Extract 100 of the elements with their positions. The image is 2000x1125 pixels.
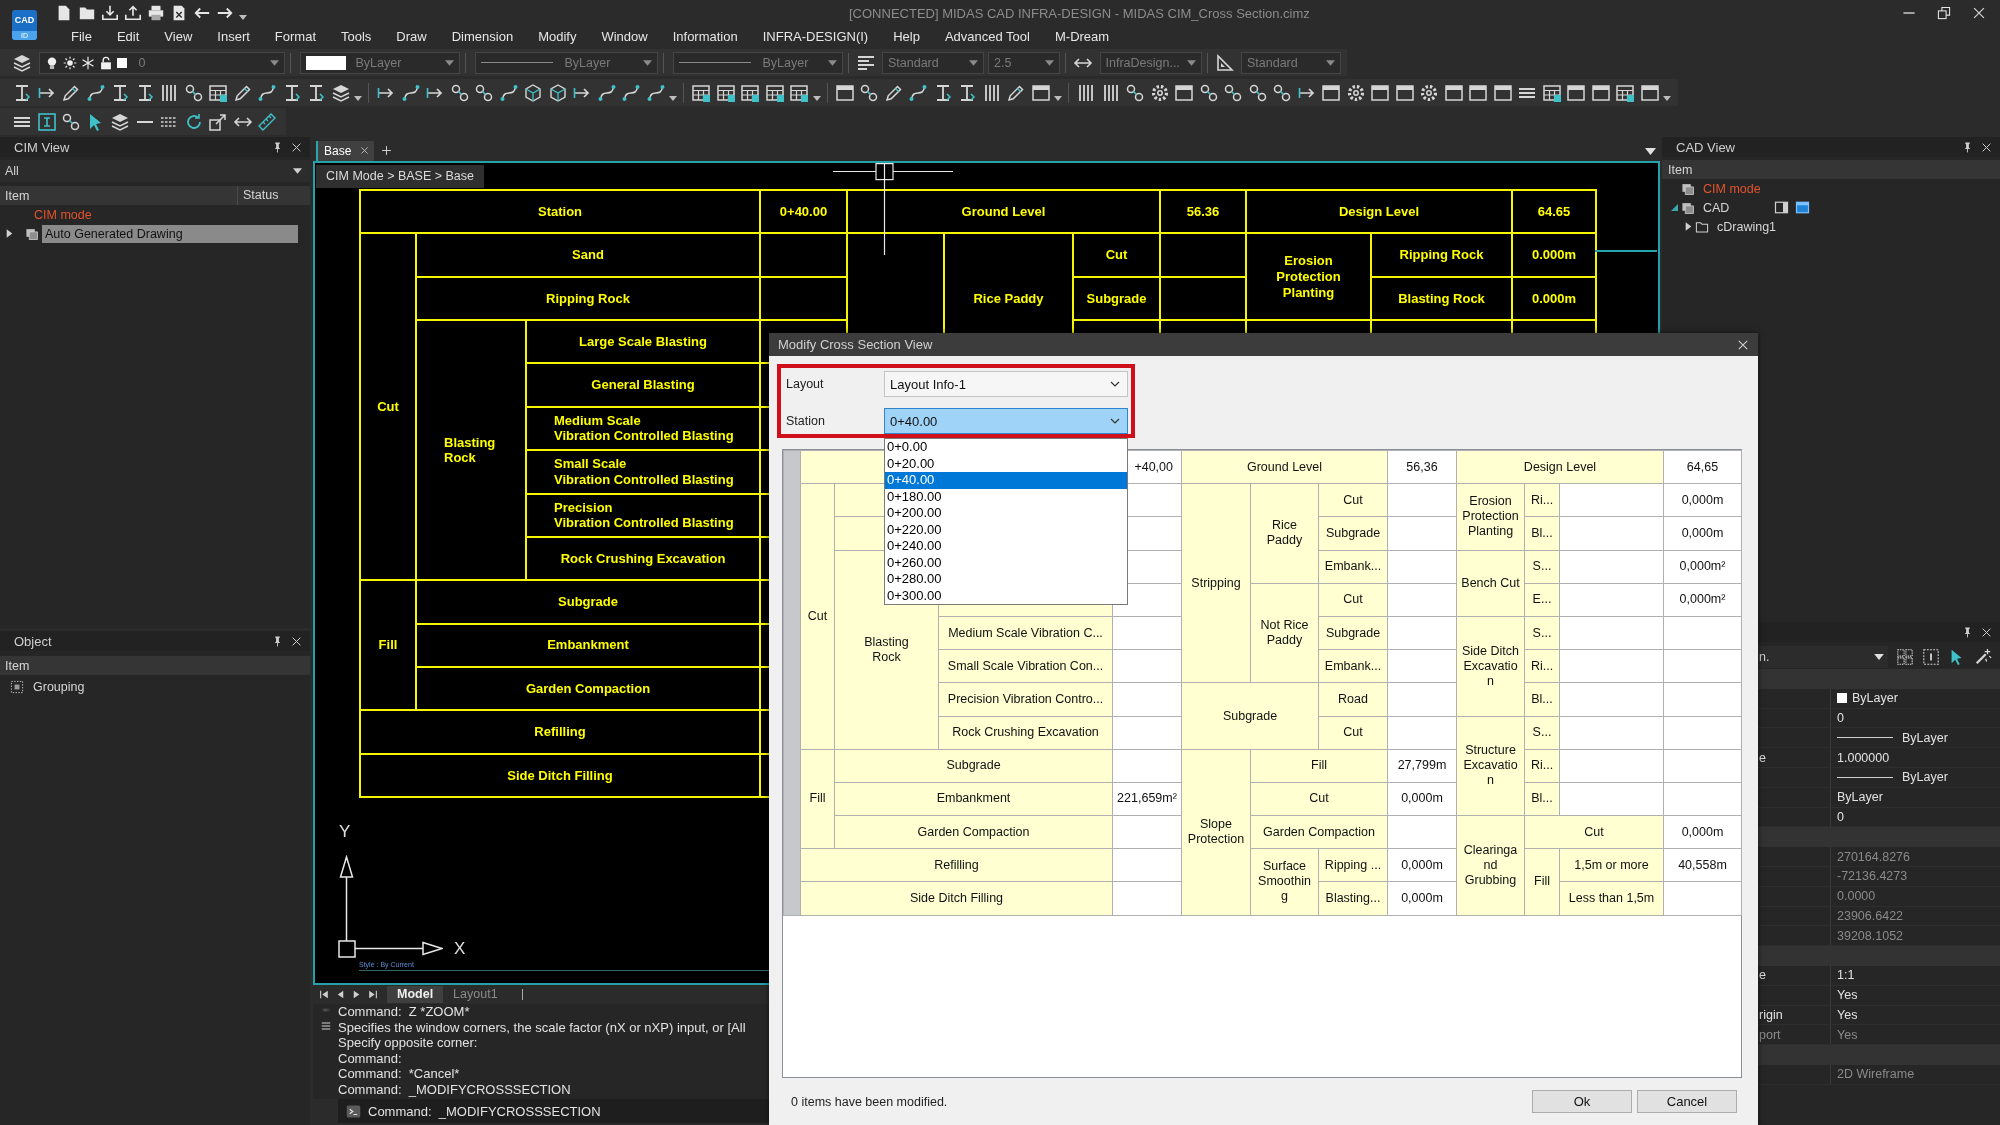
- caret-icon[interactable]: [1663, 96, 1671, 101]
- cube-icon[interactable]: [547, 82, 568, 103]
- node-icon[interactable]: [474, 82, 495, 103]
- close-icon[interactable]: [1737, 338, 1749, 351]
- menu-item[interactable]: Dimension: [451, 29, 514, 44]
- column-header[interactable]: Status: [237, 186, 310, 205]
- window-icon[interactable]: [1566, 82, 1587, 103]
- pencil-icon[interactable]: [232, 82, 253, 103]
- dropdown-option[interactable]: 0+220.00: [885, 521, 1127, 538]
- tree-item[interactable]: CAD: [1700, 198, 1733, 217]
- close-icon[interactable]: [1981, 626, 1992, 638]
- curve-icon[interactable]: [645, 82, 666, 103]
- node-icon[interactable]: [61, 111, 82, 132]
- window-icon[interactable]: [1795, 200, 1811, 215]
- printer-icon[interactable]: [147, 4, 165, 22]
- table-icon[interactable]: [740, 82, 761, 103]
- tree-item[interactable]: CIM mode: [1700, 179, 1764, 198]
- pencil-icon[interactable]: [1006, 82, 1027, 103]
- curve-icon[interactable]: [908, 82, 929, 103]
- filter-dropdown[interactable]: All: [0, 160, 310, 182]
- menu-item[interactable]: File: [71, 29, 92, 44]
- pencil-icon[interactable]: [883, 82, 904, 103]
- node-icon[interactable]: [1125, 82, 1146, 103]
- close-icon[interactable]: [291, 635, 302, 647]
- window-icon[interactable]: [1639, 82, 1660, 103]
- tree-item[interactable]: cDrawing1: [1714, 217, 1780, 236]
- column-header[interactable]: Item: [1668, 162, 1693, 177]
- menu-item[interactable]: Window: [601, 29, 648, 44]
- download-icon[interactable]: [101, 4, 119, 22]
- layout-tab[interactable]: Model: [387, 986, 444, 1003]
- menu-item[interactable]: M-Dream: [1054, 29, 1110, 44]
- caret-icon[interactable]: [1671, 203, 1678, 212]
- window-icon[interactable]: [1443, 82, 1464, 103]
- pencil-icon[interactable]: [61, 82, 82, 103]
- curve-icon[interactable]: [85, 82, 106, 103]
- pin-icon[interactable]: [272, 141, 283, 153]
- window-icon[interactable]: [1370, 82, 1391, 103]
- dropdown-option[interactable]: 0+40.00: [885, 472, 1127, 489]
- window-icon[interactable]: [834, 82, 855, 103]
- bar-triangle-right-icon[interactable]: [367, 989, 378, 1000]
- menu-item[interactable]: Modify: [538, 29, 577, 44]
- menu-item[interactable]: Edit: [116, 29, 140, 44]
- curve-icon[interactable]: [498, 82, 519, 103]
- window-icon[interactable]: [1030, 82, 1051, 103]
- tree-item[interactable]: Auto Generated Drawing: [42, 224, 298, 243]
- dashed-box-icon[interactable]: [1922, 648, 1940, 666]
- cancel-button[interactable]: Cancel: [1637, 1090, 1737, 1113]
- window-icon[interactable]: [1590, 82, 1611, 103]
- cube-icon[interactable]: [523, 82, 544, 103]
- layout-tab[interactable]: Layout1: [443, 986, 508, 1003]
- pin-icon[interactable]: [1962, 141, 1973, 153]
- menu-icon[interactable]: [319, 1020, 332, 1032]
- column-header[interactable]: Item: [5, 658, 30, 673]
- table-icon[interactable]: [1541, 82, 1562, 103]
- bar-triangle-left-icon[interactable]: [319, 989, 330, 1000]
- triangle-right-icon[interactable]: [351, 989, 362, 1000]
- curve-icon[interactable]: [596, 82, 617, 103]
- dropdown-field[interactable]: Layout Info-1: [884, 371, 1128, 397]
- tree-item[interactable]: Grouping: [30, 677, 88, 696]
- window-icon[interactable]: [1468, 82, 1489, 103]
- menu-item[interactable]: Draw: [396, 29, 427, 44]
- gear-icon[interactable]: [1149, 82, 1170, 103]
- node-icon[interactable]: [1272, 82, 1293, 103]
- close-icon[interactable]: [1972, 6, 1986, 20]
- node-icon[interactable]: [1223, 82, 1244, 103]
- node-icon[interactable]: [1198, 82, 1219, 103]
- close-icon[interactable]: [291, 141, 302, 153]
- menu-item[interactable]: Insert: [217, 29, 250, 44]
- window-icon[interactable]: [1174, 82, 1195, 103]
- caret-icon[interactable]: [1874, 654, 1884, 660]
- table-icon[interactable]: [1615, 82, 1636, 103]
- caret-icon[interactable]: [293, 168, 302, 174]
- gear-icon[interactable]: [1419, 82, 1440, 103]
- pin-icon[interactable]: [272, 635, 283, 647]
- tree-item[interactable]: CIM mode: [31, 205, 95, 224]
- triangle-left-icon[interactable]: [335, 989, 346, 1000]
- ok-button[interactable]: Ok: [1532, 1090, 1632, 1113]
- column-header[interactable]: Item: [5, 188, 237, 203]
- node-icon[interactable]: [859, 82, 880, 103]
- pin-icon[interactable]: [1962, 626, 1973, 638]
- caret-icon[interactable]: [239, 14, 247, 20]
- menu-item[interactable]: Advanced Tool: [944, 29, 1030, 44]
- layers-icon[interactable]: [110, 111, 131, 132]
- caret-icon[interactable]: [1685, 222, 1692, 231]
- dropdown-field[interactable]: 0+40.00: [884, 408, 1128, 434]
- layers-icon[interactable]: [330, 82, 351, 103]
- dashed-squares-icon[interactable]: [1896, 648, 1914, 666]
- node-icon[interactable]: [1247, 82, 1268, 103]
- caret-icon[interactable]: [669, 96, 677, 101]
- plus-icon[interactable]: [381, 145, 393, 156]
- ibeam-box-icon[interactable]: [36, 111, 57, 132]
- table-icon[interactable]: [208, 82, 229, 103]
- close-icon[interactable]: [1981, 141, 1992, 153]
- menu-item[interactable]: Help: [893, 29, 920, 44]
- table-icon[interactable]: [764, 82, 785, 103]
- window-icon[interactable]: [1492, 82, 1513, 103]
- caret-icon[interactable]: [354, 96, 362, 101]
- curve-icon[interactable]: [400, 82, 421, 103]
- caret-icon[interactable]: [812, 96, 821, 101]
- caret-icon[interactable]: [6, 229, 13, 238]
